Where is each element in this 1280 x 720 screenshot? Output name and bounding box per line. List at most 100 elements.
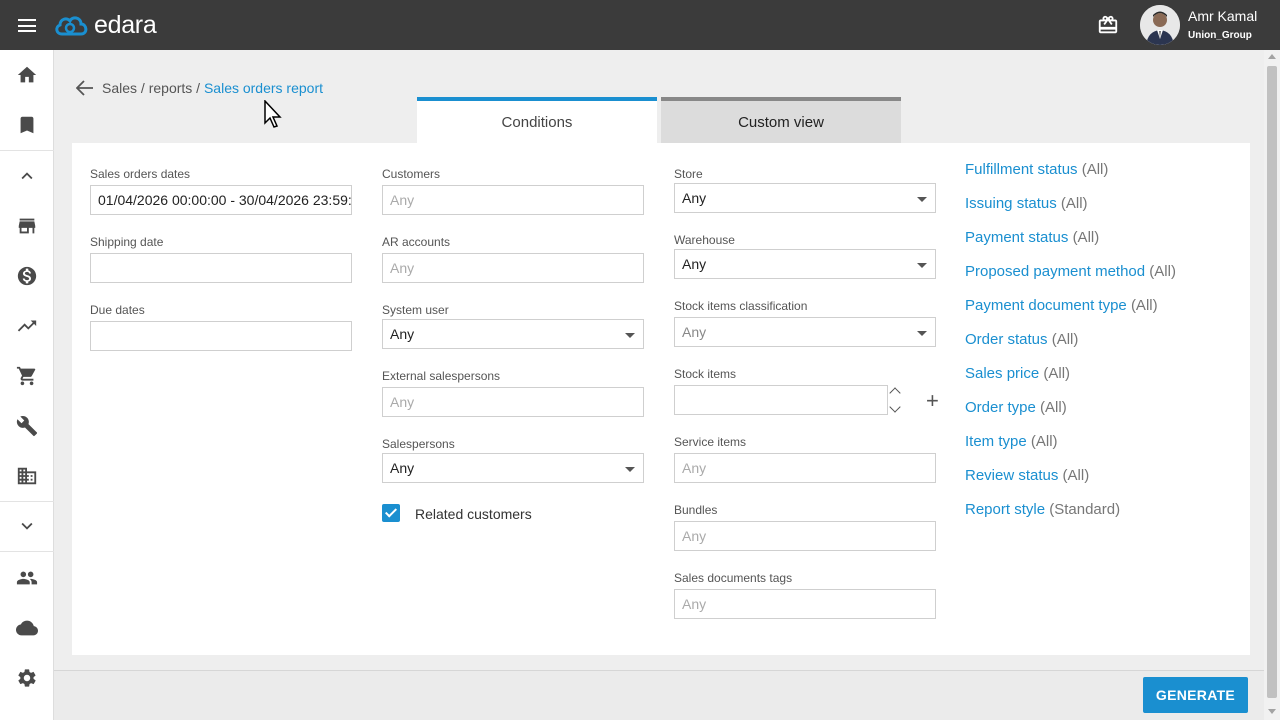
sidebar-item-company[interactable] <box>0 451 54 501</box>
stock-classification-select[interactable]: Any <box>674 317 936 347</box>
store-value: Any <box>682 190 707 206</box>
shipping-date-input[interactable] <box>90 253 352 283</box>
system-user-label: System user <box>382 303 449 317</box>
sidebar-item-trends[interactable] <box>0 301 54 351</box>
home-icon <box>17 66 37 83</box>
external-salespersons-input[interactable]: Any <box>382 387 644 417</box>
store-select[interactable]: Any <box>674 183 936 213</box>
user-avatar[interactable] <box>1140 5 1180 45</box>
page-scrollbar[interactable] <box>1264 50 1280 720</box>
service-items-label: Service items <box>674 435 747 449</box>
option-item-type[interactable]: Item type (All) <box>965 433 1058 450</box>
top-bar: edara Amr Kamal Union_Group <box>0 0 1280 50</box>
wrench-icon <box>16 416 38 437</box>
service-items-input[interactable]: Any <box>674 453 936 483</box>
ar-accounts-input[interactable]: Any <box>382 253 644 283</box>
option-sales-price[interactable]: Sales price (All) <box>965 365 1070 382</box>
salespersons-label: Salespersons <box>382 437 455 451</box>
due-dates-input[interactable] <box>90 321 352 351</box>
sidebar-expand-down[interactable] <box>0 501 54 551</box>
option-fulfillment-status[interactable]: Fulfillment status (All) <box>965 161 1108 178</box>
bundles-input[interactable]: Any <box>674 521 936 551</box>
warehouse-select[interactable]: Any <box>674 249 936 279</box>
sales-documents-tags-input[interactable]: Any <box>674 589 936 619</box>
option-order-status[interactable]: Order status (All) <box>965 331 1078 348</box>
breadcrumb-reports[interactable]: reports <box>149 80 193 96</box>
shipping-date-label: Shipping date <box>90 235 164 249</box>
option-issuing-status[interactable]: Issuing status (All) <box>965 195 1088 212</box>
sidebar-item-sales[interactable] <box>0 351 54 401</box>
stock-items-spinner[interactable] <box>888 385 902 417</box>
sidebar-item-cloud[interactable] <box>0 603 54 653</box>
tab-custom-view[interactable]: Custom view <box>661 97 901 143</box>
option-payment-document-type[interactable]: Payment document type (All) <box>965 297 1158 314</box>
people-icon <box>16 571 38 585</box>
chevron-up-icon <box>21 172 33 180</box>
bookmark-icon <box>20 116 34 134</box>
dropdown-caret-icon <box>917 331 927 336</box>
tab-custom-view-label: Custom view <box>738 113 824 131</box>
related-customers-checkbox[interactable] <box>382 504 400 522</box>
stock-items-label: Stock items <box>674 367 737 381</box>
add-stock-item-plus-icon[interactable]: + <box>926 390 939 412</box>
breadcrumb-separator: / <box>192 80 204 96</box>
sales-documents-tags-label: Sales documents tags <box>674 571 793 585</box>
option-order-type[interactable]: Order type (All) <box>965 399 1067 416</box>
warehouse-label: Warehouse <box>674 233 735 247</box>
sidebar-item-bookmarks[interactable] <box>0 100 54 150</box>
salespersons-value: Any <box>390 460 415 476</box>
sidebar-item-tools[interactable] <box>0 401 54 451</box>
chevron-down-icon[interactable] <box>889 401 901 413</box>
option-payment-status[interactable]: Payment status (All) <box>965 229 1099 246</box>
scroll-thumb[interactable] <box>1267 66 1277 698</box>
cloud-icon <box>16 620 38 636</box>
user-name[interactable]: Amr Kamal <box>1188 8 1257 24</box>
scroll-down-arrow[interactable] <box>1268 709 1276 714</box>
stock-classification-value: Any <box>682 324 707 340</box>
warehouse-value: Any <box>682 256 707 272</box>
dropdown-caret-icon <box>625 333 635 338</box>
option-report-style[interactable]: Report style (Standard) <box>965 501 1120 518</box>
gift-icon[interactable] <box>1097 14 1119 36</box>
back-arrow-icon[interactable] <box>76 80 94 96</box>
mouse-cursor-icon <box>264 100 282 128</box>
logo-text: edara <box>94 10 157 39</box>
sidebar-item-users[interactable] <box>0 553 54 603</box>
edara-logo[interactable]: edara <box>54 10 157 39</box>
salespersons-select[interactable]: Any <box>382 453 644 483</box>
sidebar-item-settings[interactable] <box>0 653 54 703</box>
sidebar-item-finance[interactable] <box>0 251 54 301</box>
sales-orders-dates-label: Sales orders dates <box>90 167 191 181</box>
cart-icon <box>16 366 36 386</box>
sidebar-item-home[interactable] <box>0 50 54 100</box>
customers-input[interactable]: Any <box>382 185 644 215</box>
menu-icon[interactable] <box>18 19 36 32</box>
building-icon <box>17 467 37 485</box>
generate-button[interactable]: GENERATE <box>1143 677 1248 713</box>
sidebar-item-store[interactable] <box>0 201 54 251</box>
cloud-logo-icon <box>55 16 88 36</box>
ar-accounts-label: AR accounts <box>382 235 451 249</box>
gear-icon <box>18 669 36 687</box>
breadcrumb-sales[interactable]: Sales <box>102 80 137 96</box>
system-user-select[interactable]: Any <box>382 319 644 349</box>
dropdown-caret-icon <box>625 467 635 472</box>
dropdown-caret-icon <box>917 263 927 268</box>
stock-classification-label: Stock items classification <box>674 299 808 313</box>
dollar-icon <box>17 266 37 286</box>
store-icon <box>18 218 36 234</box>
option-review-status[interactable]: Review status (All) <box>965 467 1089 484</box>
related-customers-label[interactable]: Related customers <box>415 506 532 522</box>
scroll-up-arrow[interactable] <box>1268 54 1276 59</box>
breadcrumb: Sales / reports / Sales orders report <box>102 80 323 96</box>
bundles-label: Bundles <box>674 503 718 517</box>
option-proposed-payment-method[interactable]: Proposed payment method (All) <box>965 263 1176 280</box>
chevron-up-icon[interactable] <box>889 387 901 399</box>
sales-orders-dates-input[interactable]: 01/04/2026 00:00:00 - 30/04/2026 23:59:5… <box>90 185 352 215</box>
tab-conditions[interactable]: Conditions <box>417 97 657 143</box>
customers-label: Customers <box>382 167 441 181</box>
breadcrumb-separator: / <box>137 80 149 96</box>
sidebar-collapse-up[interactable] <box>0 151 54 201</box>
stock-items-input[interactable] <box>674 385 888 415</box>
breadcrumb-current: Sales orders report <box>203 80 324 96</box>
